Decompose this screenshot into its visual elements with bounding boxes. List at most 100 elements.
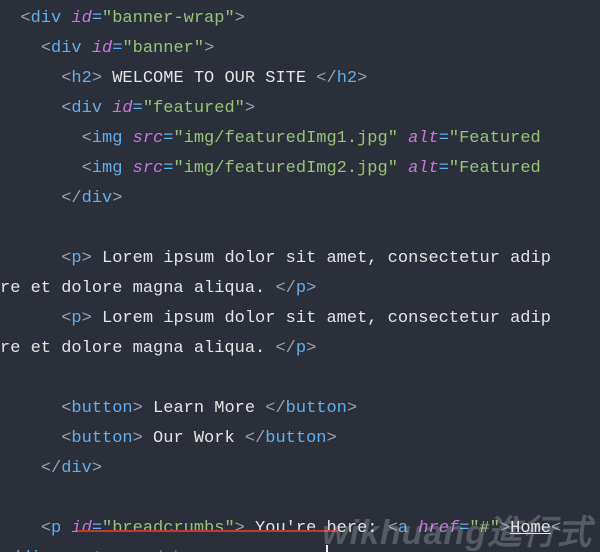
- token-str: "img/featuredImg1.jpg": [173, 129, 408, 148]
- code-editor[interactable]: <div id="banner-wrap"> <div id="banner">…: [0, 0, 600, 552]
- token-pun: >: [133, 399, 143, 418]
- token-eq: =: [459, 519, 469, 538]
- token-eq: =: [133, 99, 143, 118]
- token-tag: img: [92, 129, 133, 148]
- token-tag: img: [92, 159, 133, 178]
- token-eq: =: [439, 159, 449, 178]
- token-txt: Our Work: [143, 429, 245, 448]
- token-pun: >: [82, 249, 92, 268]
- token-pun: <: [82, 159, 92, 178]
- token-tag: button: [265, 429, 326, 448]
- token-eq: =: [163, 159, 173, 178]
- token-tag: button: [286, 399, 347, 418]
- token-pun: <: [388, 519, 398, 538]
- token-pun: <: [61, 249, 71, 268]
- token-txt: re et dolore magna aliqua.: [0, 339, 275, 358]
- token-tag: button: [71, 429, 132, 448]
- token-pun: >: [357, 69, 367, 88]
- token-tag: p: [71, 249, 81, 268]
- token-pun: >: [82, 309, 92, 328]
- token-tag: h2: [337, 69, 357, 88]
- token-pun: <: [41, 519, 51, 538]
- token-tag: div: [71, 99, 112, 118]
- token-tag: div: [82, 189, 113, 208]
- token-pun: >: [327, 429, 337, 448]
- token-pun: </: [275, 339, 295, 358]
- code-line[interactable]: [0, 484, 600, 514]
- token-tag: p: [51, 519, 71, 538]
- token-pun: <: [20, 9, 30, 28]
- token-attr: src: [133, 159, 164, 178]
- token-pun: </: [0, 549, 20, 552]
- code-line[interactable]: <div id="banner">: [0, 34, 600, 64]
- token-txt: WELCOME TO OUR SITE: [102, 69, 316, 88]
- code-line[interactable]: <p> Lorem ipsum dolor sit amet, consecte…: [0, 304, 600, 334]
- code-line[interactable]: <button> Learn More </button>: [0, 394, 600, 424]
- token-pun: </: [275, 279, 295, 298]
- token-eq: =: [439, 129, 449, 148]
- token-pun: >: [92, 459, 102, 478]
- token-txt: Learn More: [143, 399, 265, 418]
- token-pun: >: [112, 189, 122, 208]
- token-pun: </: [245, 429, 265, 448]
- token-pun: >: [500, 519, 510, 538]
- code-line[interactable]: <p id="breadcrumbs"> You're here: <a hre…: [0, 514, 600, 544]
- token-pun: >: [51, 549, 82, 552]
- code-line[interactable]: </div> <!-- end banner-wrap -->: [0, 544, 600, 552]
- token-attr: alt: [408, 129, 439, 148]
- token-pun: </: [316, 69, 336, 88]
- code-line[interactable]: <h2> WELCOME TO OUR SITE </h2>: [0, 64, 600, 94]
- token-attr: id: [71, 519, 91, 538]
- token-str: "#": [469, 519, 500, 538]
- token-str: "Featured: [449, 159, 541, 178]
- token-str: "banner-wrap": [102, 9, 235, 28]
- code-line[interactable]: re et dolore magna aliqua. </p>: [0, 274, 600, 304]
- token-pun: >: [235, 9, 245, 28]
- token-attr: src: [133, 129, 164, 148]
- token-tag: div: [20, 549, 51, 552]
- token-pun: <: [82, 129, 92, 148]
- code-line[interactable]: <p> Lorem ipsum dolor sit amet, consecte…: [0, 244, 600, 274]
- token-pun: >: [306, 339, 316, 358]
- code-line[interactable]: <img src="img/featuredImg1.jpg" alt="Fea…: [0, 124, 600, 154]
- token-attr: id: [92, 39, 112, 58]
- token-pun: >: [306, 279, 316, 298]
- code-line[interactable]: [0, 214, 600, 244]
- token-pun: <: [61, 69, 71, 88]
- code-line[interactable]: </div>: [0, 184, 600, 214]
- token-pun: <: [41, 39, 51, 58]
- token-txt: You're here:: [245, 519, 388, 538]
- token-pun: </: [265, 399, 285, 418]
- code-line[interactable]: [0, 364, 600, 394]
- token-tag: div: [31, 9, 72, 28]
- token-pun: >: [204, 39, 214, 58]
- token-tag: div: [51, 39, 92, 58]
- code-line[interactable]: <div id="featured">: [0, 94, 600, 124]
- token-pun: <: [61, 309, 71, 328]
- token-pun: </: [61, 189, 81, 208]
- code-line[interactable]: <button> Our Work </button>: [0, 424, 600, 454]
- code-line[interactable]: <img src="img/featuredImg2.jpg" alt="Fea…: [0, 154, 600, 184]
- token-pun: </: [41, 459, 61, 478]
- token-pun: >: [347, 399, 357, 418]
- token-str: "Featured: [449, 129, 541, 148]
- token-pun: <: [551, 519, 561, 538]
- token-attr: id: [71, 9, 91, 28]
- text-caret: [326, 545, 328, 552]
- token-str: "banner": [122, 39, 204, 58]
- token-tag: p: [296, 279, 306, 298]
- code-line[interactable]: </div>: [0, 454, 600, 484]
- token-txt: Lorem ipsum dolor sit amet, consectetur …: [92, 309, 551, 328]
- code-line[interactable]: <div id="banner-wrap">: [0, 4, 600, 34]
- token-pun: <: [61, 429, 71, 448]
- token-eq: =: [163, 129, 173, 148]
- token-attr: alt: [408, 159, 439, 178]
- token-tag: a: [398, 519, 418, 538]
- token-pun: >: [92, 69, 102, 88]
- token-eq: =: [92, 519, 102, 538]
- token-attr: id: [112, 99, 132, 118]
- token-pun: >: [245, 99, 255, 118]
- token-tag: p: [71, 309, 81, 328]
- token-tag: button: [71, 399, 132, 418]
- code-line[interactable]: re et dolore magna aliqua. </p>: [0, 334, 600, 364]
